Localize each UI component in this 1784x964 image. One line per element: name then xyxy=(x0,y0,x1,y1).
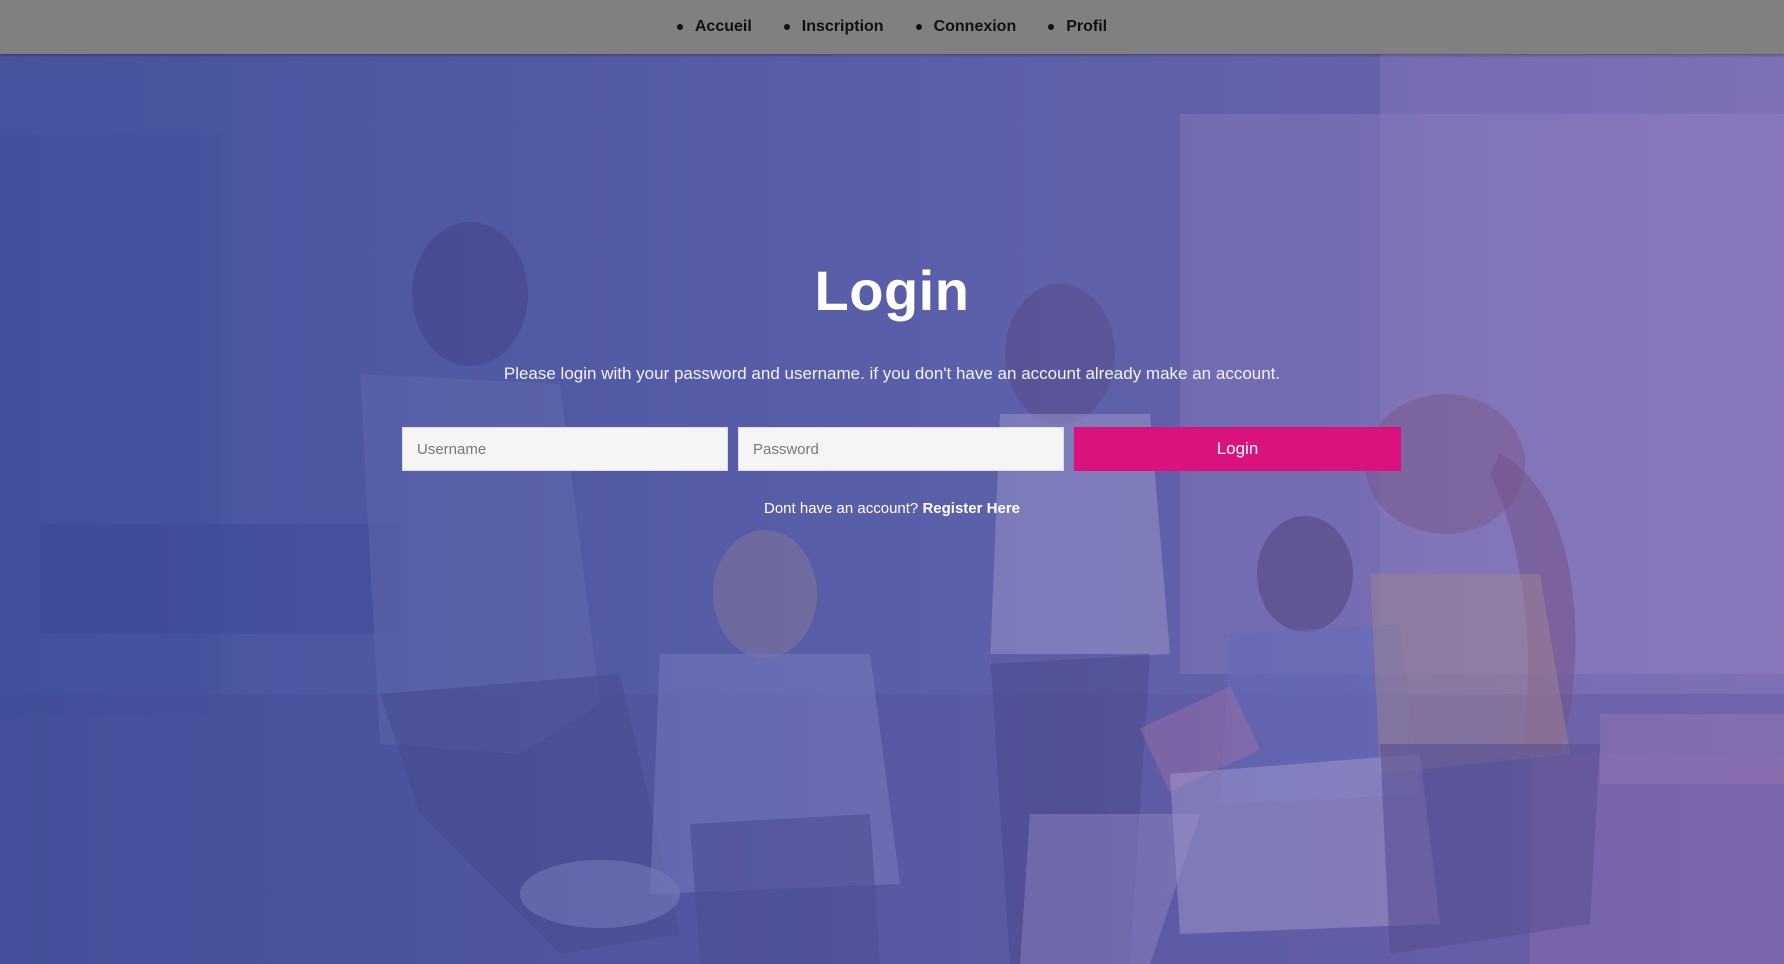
nav-item-profil[interactable]: Profil xyxy=(1048,18,1107,36)
nav-item-label: Inscription xyxy=(801,18,884,35)
bullet-icon xyxy=(676,24,683,30)
register-prompt-line: Dont have an account? Register Here xyxy=(0,500,1784,517)
login-subtitle: Please login with your password and user… xyxy=(503,364,1281,383)
bullet-icon xyxy=(1048,24,1055,30)
register-prompt: Dont have an account? xyxy=(764,500,919,517)
login-panel: Login Please login with your password an… xyxy=(0,54,1784,964)
nav-item-label: Profil xyxy=(1066,18,1108,35)
login-form: Login xyxy=(402,427,1402,471)
nav-item-label: Connexion xyxy=(933,18,1017,35)
top-navigation: Accueil Inscription Connexion Profil xyxy=(0,0,1784,54)
bullet-icon xyxy=(783,24,790,30)
nav-item-connexion[interactable]: Connexion xyxy=(915,18,1017,36)
username-input[interactable] xyxy=(402,427,728,471)
login-button[interactable]: Login xyxy=(1074,427,1401,471)
login-title: Login xyxy=(814,259,970,322)
nav-list: Accueil Inscription Connexion Profil xyxy=(0,0,1784,54)
nav-item-label: Accueil xyxy=(694,18,752,35)
nav-item-accueil[interactable]: Accueil xyxy=(676,18,752,36)
hero-section: Login Please login with your password an… xyxy=(0,54,1784,964)
register-link[interactable]: Register Here xyxy=(922,500,1020,517)
nav-item-inscription[interactable]: Inscription xyxy=(783,18,884,36)
bullet-icon xyxy=(915,24,922,30)
password-input[interactable] xyxy=(738,427,1064,471)
